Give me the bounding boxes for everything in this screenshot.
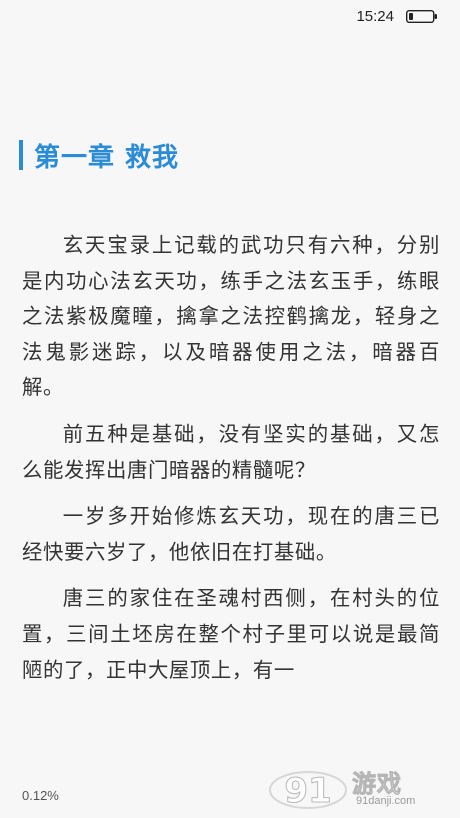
status-time: 15:24 (356, 8, 394, 25)
reading-progress: 0.12% (22, 788, 59, 803)
paragraph: 唐三的家住在圣魂村西侧，在村头的位置，三间土坯房在整个村子里可以说是最简陋的了，… (22, 586, 440, 682)
paragraph: 一岁多开始修炼玄天功，现在的唐三已经快要六岁了，他依旧在打基础。 (22, 504, 440, 564)
watermark-91-logo: 91 (269, 771, 347, 812)
status-bar: 15:24 (0, 0, 460, 34)
watermark-brand: 游戏 (352, 770, 402, 799)
chapter-header: 第一章 救我 (19, 138, 180, 173)
watermark-logo: 91 游戏 91danji.com (268, 762, 448, 812)
watermark-domain: 91danji.com (356, 795, 416, 807)
battery-icon (406, 10, 438, 23)
chapter-title: 第一章 救我 (34, 142, 180, 173)
paragraph: 前五种是基础，没有坚实的基础，又怎么能发挥出唐门暗器的精髓呢？ (22, 421, 440, 482)
paragraph: 玄天宝录上记载的武功只有六种，分别是内功心法玄天功，练手之法玄玉手，练眼之法紫极… (22, 233, 440, 400)
chapter-accent-bar (19, 140, 23, 170)
svg-text:91: 91 (284, 771, 331, 811)
reader-content[interactable]: 玄天宝录上记载的武功只有六种，分别是内功心法玄天功，练手之法玄玉手，练眼之法紫极… (22, 228, 440, 699)
